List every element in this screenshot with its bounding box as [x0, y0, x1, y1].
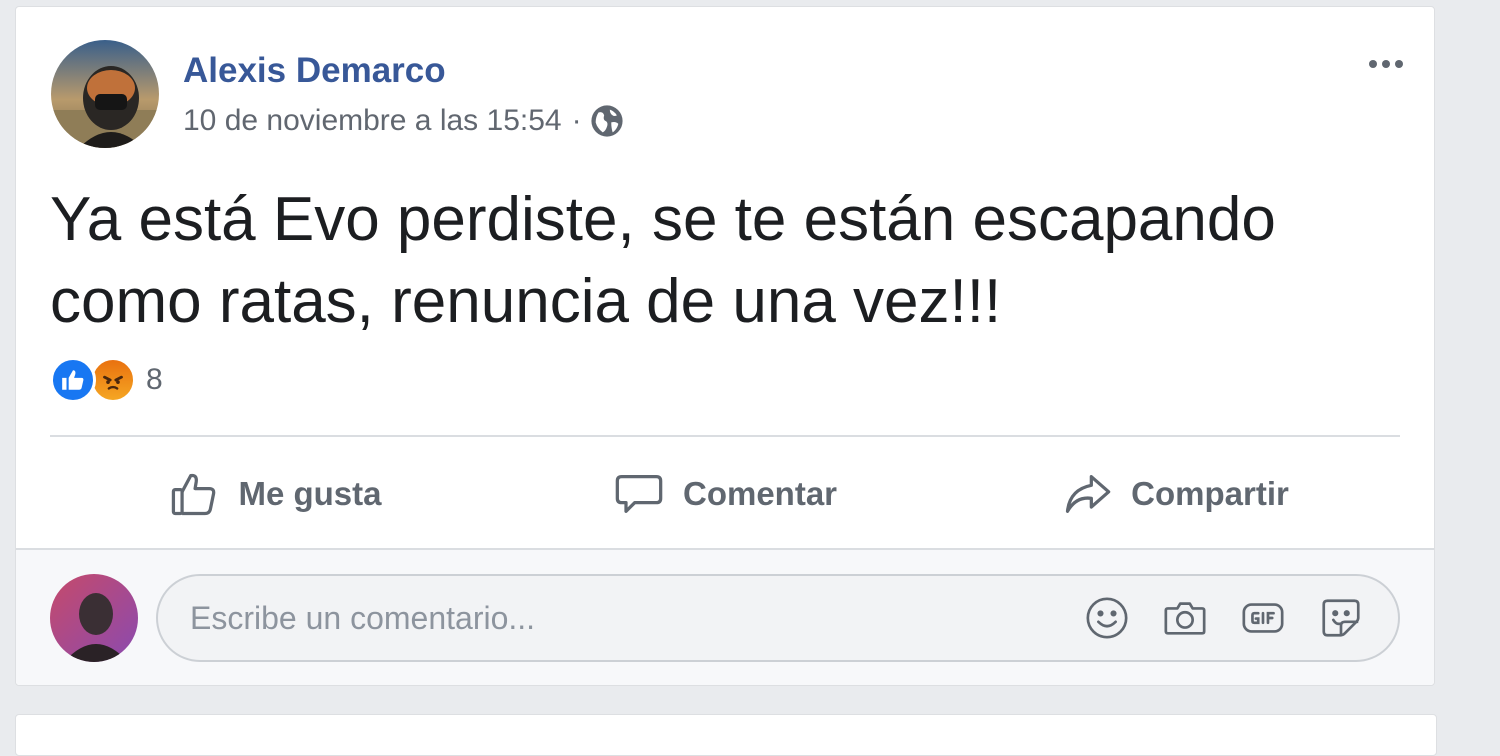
next-post-card [15, 714, 1437, 756]
comment-box [156, 574, 1400, 662]
sticker-icon[interactable] [1318, 595, 1364, 641]
reactions-summary[interactable]: 8 [50, 357, 163, 403]
post-meta: 10 de noviembre a las 15:54 · [183, 104, 624, 138]
post-text: Ya está Evo perdiste, se te están escapa… [50, 185, 1276, 336]
globe-icon[interactable] [590, 104, 624, 138]
reaction-count: 8 [146, 363, 163, 396]
comment-button[interactable]: Comentar [500, 447, 950, 541]
post-timestamp[interactable]: 10 de noviembre a las 15:54 [183, 104, 562, 138]
author-avatar[interactable] [51, 40, 159, 148]
comment-input[interactable] [158, 575, 1084, 661]
share-arrow-icon [1061, 468, 1113, 520]
camera-icon[interactable] [1162, 595, 1208, 641]
thumbs-up-icon [168, 468, 220, 520]
share-button[interactable]: Compartir [950, 447, 1400, 541]
post-card: Alexis Demarco 10 de noviembre a las 15:… [15, 6, 1435, 686]
angry-icon [90, 357, 136, 403]
speech-bubble-icon [613, 468, 665, 520]
more-dot [1369, 60, 1377, 68]
like-button-label: Me gusta [238, 475, 382, 512]
post-actions-bar: Me gusta Comentar Compartir [50, 447, 1400, 541]
share-button-label: Compartir [1131, 475, 1289, 512]
author-avatar-image [51, 40, 159, 148]
more-dot [1382, 60, 1390, 68]
comment-composer-area [16, 548, 1434, 685]
gif-icon[interactable] [1240, 595, 1286, 641]
post-options-button[interactable] [1356, 47, 1416, 81]
comment-button-label: Comentar [682, 475, 838, 512]
like-icon [50, 357, 96, 403]
more-dot [1395, 60, 1403, 68]
current-user-avatar[interactable] [50, 574, 138, 662]
comment-tools [1084, 595, 1398, 641]
actions-divider [50, 435, 1400, 437]
author-name-link[interactable]: Alexis Demarco [183, 51, 446, 91]
emoji-icon[interactable] [1084, 595, 1130, 641]
current-user-avatar-image [50, 574, 138, 662]
like-button[interactable]: Me gusta [50, 447, 500, 541]
meta-separator: · [571, 104, 582, 137]
